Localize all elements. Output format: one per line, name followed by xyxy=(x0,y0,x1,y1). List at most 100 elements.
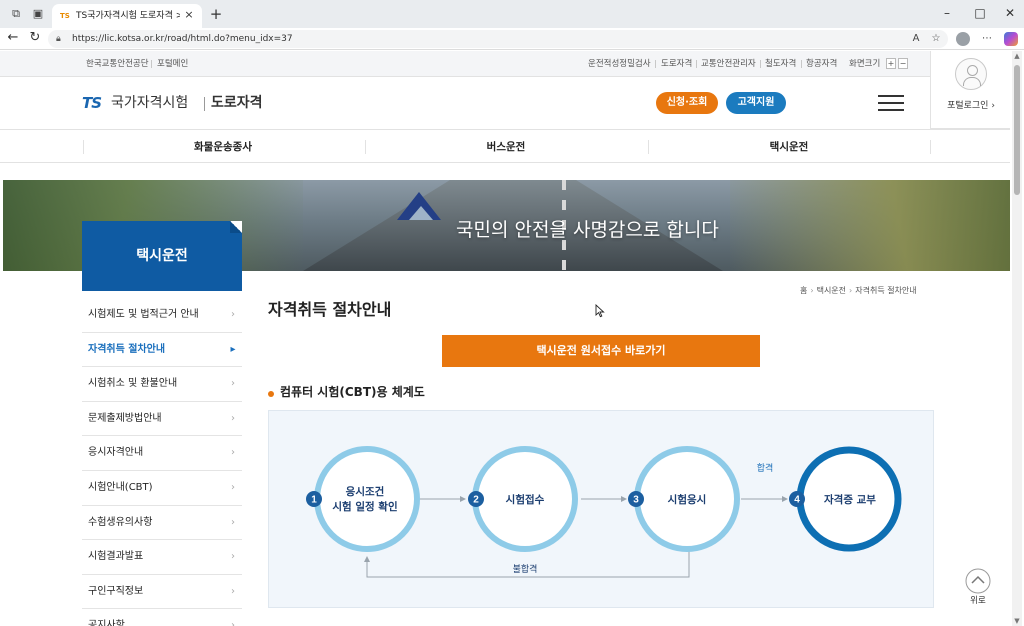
util-link-kotsa[interactable]: 한국교통안전공단 xyxy=(86,57,149,71)
url-field[interactable]: 🔒︎ https://lic.kotsa.or.kr/road/html.do?… xyxy=(48,30,948,48)
util-link-safety-manager[interactable]: 교통안전관리자 xyxy=(701,57,756,71)
window-close-icon[interactable]: ✕ xyxy=(1003,6,1017,20)
breadcrumb-sep-icon: › xyxy=(849,286,853,295)
step-3-label: 시험응시 xyxy=(668,493,707,506)
banner-grass-right xyxy=(730,180,1010,271)
workspaces-icon[interactable]: ⧉ xyxy=(10,8,22,20)
util-link-aviation[interactable]: 항공자격 xyxy=(806,57,837,71)
nav-item-taxi[interactable]: 택시운전 xyxy=(649,130,929,164)
tab-actions-icon[interactable]: ▣ xyxy=(32,8,44,20)
more-menu-icon[interactable]: ⋯ xyxy=(980,32,994,46)
pass-label: 합격 xyxy=(757,462,774,474)
user-avatar-icon xyxy=(955,58,987,90)
breadcrumb-sep-icon: › xyxy=(810,286,814,295)
step-badge-3-num: 3 xyxy=(633,495,639,506)
sidebar-item-label: 시험제도 및 법적근거 안내 xyxy=(88,309,199,320)
site-info-icon[interactable]: 🔒︎ xyxy=(56,33,68,45)
mouse-cursor-icon xyxy=(595,304,605,318)
portal-login-panel[interactable]: 포털로그인 › xyxy=(930,51,1010,129)
chevron-right-icon: › xyxy=(231,309,235,320)
read-aloud-icon[interactable]: A xyxy=(910,33,922,45)
step-badge-1-num: 1 xyxy=(311,495,317,506)
chevron-right-icon: › xyxy=(231,481,235,493)
sidebar-item[interactable]: 시험결과발표 › xyxy=(82,540,242,575)
browser-tab-bar: ⧉ ▣ TS TS국가자격시험 도로자격 > 택시운전 × + – □ ✕ xyxy=(0,0,1024,28)
sidebar-item[interactable]: 시험제도 및 법적근거 안내 › xyxy=(82,298,242,333)
scroll-down-arrow-icon[interactable]: ▼ xyxy=(1013,616,1021,626)
site-header: TS 국가자격시험 도로자격 신청·조회 고객지원 xyxy=(0,77,930,129)
divider xyxy=(655,60,656,68)
reload-icon[interactable]: ↻ xyxy=(28,31,42,45)
scroll-top-button[interactable] xyxy=(964,567,992,595)
sidebar-item-label: 수험생유의사항 xyxy=(88,516,153,528)
logo-name[interactable]: 국가자격시험 xyxy=(111,94,188,112)
back-icon[interactable]: ← xyxy=(6,31,20,45)
copilot-icon[interactable] xyxy=(1004,32,1018,46)
sidebar-item-label: 문제출제방법안내 xyxy=(88,412,162,424)
flow-diagram-svg: 1 2 3 4 응시조건 시험 일정 확인 시험접수 시험응시 자격증 교부 합… xyxy=(306,446,902,578)
breadcrumb-home[interactable]: 홈 xyxy=(800,286,807,295)
page-scrollbar[interactable]: ▲ ▼ xyxy=(1012,51,1022,626)
menu-hamburger-icon[interactable] xyxy=(878,95,904,111)
sidebar-item-label: 공지사항 xyxy=(88,620,125,626)
ts-logo[interactable]: TS xyxy=(82,94,102,112)
page-title: 자격취득 절차안내 xyxy=(268,300,392,319)
font-size-decrease-button[interactable]: − xyxy=(898,58,908,69)
favorite-star-icon[interactable]: ☆ xyxy=(930,33,942,45)
divider xyxy=(204,97,205,111)
sidebar-item-label: 시험결과발표 xyxy=(88,551,144,563)
nav-item-freight[interactable]: 화물운송종사 xyxy=(83,130,363,164)
logo-mark[interactable]: TS xyxy=(82,94,102,112)
chevron-right-icon: › xyxy=(231,412,235,424)
scrollbar-thumb[interactable] xyxy=(1014,65,1020,195)
font-size-label: 화면크기 xyxy=(849,59,881,69)
maximize-icon[interactable]: □ xyxy=(973,6,987,20)
sidebar-item-label: 시험취소 및 환불안내 xyxy=(88,378,178,390)
minimize-icon[interactable]: – xyxy=(940,6,954,20)
scroll-top-label[interactable]: 위로 xyxy=(960,595,996,607)
sidebar-item[interactable]: 자격취득 절차안내 ▸ xyxy=(82,333,242,368)
util-link-portal-main[interactable]: 포털메인 xyxy=(157,57,188,71)
chevron-right-icon: › xyxy=(231,620,235,626)
font-size-increase-button[interactable]: + xyxy=(886,58,896,69)
sidebar-item[interactable]: 공지사항 › xyxy=(82,609,242,626)
section-heading: 컴퓨터 시험(CBT)용 체계도 xyxy=(280,385,425,399)
sidebar-item[interactable]: 구인구직정보 › xyxy=(82,575,242,610)
profile-avatar-icon[interactable] xyxy=(956,32,970,46)
portal-login-link[interactable]: 포털로그인 › xyxy=(931,99,1010,113)
step-1-label-line2: 시험 일정 확인 xyxy=(332,500,397,513)
util-link-aptitude-test[interactable]: 운전적성정밀검사 xyxy=(588,57,651,71)
utility-bar: 한국교통안전공단 포털메인 운전적성정밀검사 도로자격 교통안전관리자 철도자격… xyxy=(0,51,1010,77)
divider xyxy=(151,60,152,68)
sidebar-item[interactable]: 시험취소 및 환불안내 › xyxy=(82,367,242,402)
step-2-label: 시험접수 xyxy=(506,493,545,506)
sidebar-item[interactable]: 문제출제방법안내 › xyxy=(82,402,242,437)
chevron-right-icon: › xyxy=(231,551,235,563)
apply-online-button[interactable]: 택시운전 원서접수 바로가기 xyxy=(442,335,760,367)
browser-tab-active[interactable]: TS TS국가자격시험 도로자격 > 택시운전 × xyxy=(52,4,202,28)
sidebar-item[interactable]: 시험안내(CBT) › xyxy=(82,471,242,506)
scroll-up-arrow-icon[interactable]: ▲ xyxy=(1013,51,1021,61)
caret-right-icon: ▸ xyxy=(230,343,236,355)
nav-item-bus[interactable]: 버스운전 xyxy=(366,130,646,164)
sidebar-menu: 시험제도 및 법적근거 안내 › 자격취득 절차안내 ▸ 시험취소 및 환불안내 › 문제출… xyxy=(82,298,242,626)
customer-support-button[interactable]: 고객지원 xyxy=(726,92,786,114)
sidebar-item[interactable]: 수험생유의사항 › xyxy=(82,506,242,541)
breadcrumb-taxi[interactable]: 택시운전 xyxy=(817,286,846,295)
divider xyxy=(760,60,761,68)
logo-subtitle[interactable]: 도로자격 xyxy=(211,94,263,112)
sidebar-item[interactable]: 응시자격안내 › xyxy=(82,436,242,471)
step-1-label-line1: 응시조건 xyxy=(346,485,385,498)
url-text[interactable]: https://lic.kotsa.or.kr/road/html.do?men… xyxy=(72,32,293,46)
util-link-road[interactable]: 도로자격 xyxy=(661,57,692,71)
chevron-right-icon: › xyxy=(231,447,235,459)
tab-title: TS국가자격시험 도로자격 > 택시운전 xyxy=(76,11,180,21)
divider xyxy=(930,140,931,154)
apply-lookup-button[interactable]: 신청·조회 xyxy=(656,92,718,114)
sidebar-item-label: 시험안내(CBT) xyxy=(88,481,153,493)
util-link-rail[interactable]: 철도자격 xyxy=(765,57,796,71)
sidebar-item-label: 자격취득 절차안내 xyxy=(88,343,166,355)
tab-close-icon[interactable]: × xyxy=(182,8,196,22)
new-tab-icon[interactable]: + xyxy=(208,6,224,22)
web-page: 한국교통안전공단 포털메인 운전적성정밀검사 도로자격 교통안전관리자 철도자격… xyxy=(0,51,1010,626)
